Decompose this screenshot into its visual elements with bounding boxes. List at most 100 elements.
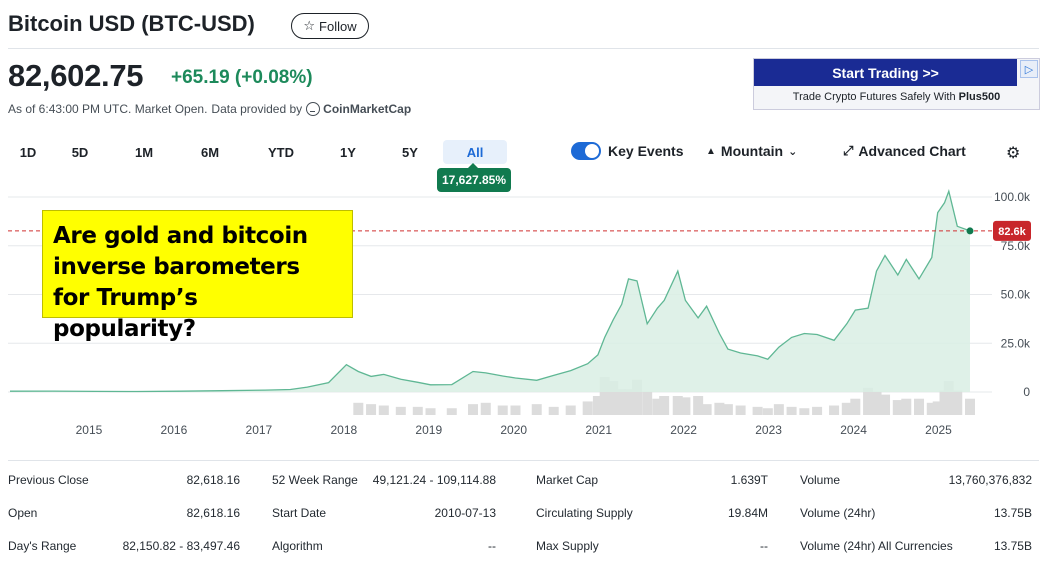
volume-bar — [425, 408, 436, 415]
stat-value: 19.84M — [727, 506, 768, 520]
stat-value: 1.639T — [730, 473, 768, 487]
volume-bar — [952, 390, 963, 415]
chevron-down-icon: ⌄ — [788, 145, 798, 158]
stat-row: Open 82,618.16 — [8, 506, 240, 520]
range-tab-1m[interactable]: 1M — [126, 140, 162, 164]
stat-label: Algorithm — [272, 539, 323, 553]
x-tick-label: 2017 — [246, 423, 273, 437]
volume-bar — [531, 404, 542, 415]
y-tick-label: 25.0k — [1001, 336, 1031, 350]
current-price-badge: 82.6k — [993, 220, 1031, 241]
x-axis-labels: 2015 2016 2017 2018 2019 2020 2021 2022 2023 2024… — [76, 423, 953, 437]
coinmarketcap-icon — [306, 102, 321, 116]
ad-start-trading-button[interactable]: Start Trading >> — [754, 59, 1017, 86]
volume-bar — [752, 406, 763, 415]
range-tab-all[interactable]: All — [443, 140, 507, 164]
stat-label: Circulating Supply — [536, 506, 633, 520]
range-tab-1y[interactable]: 1Y — [330, 140, 366, 164]
volume-bar — [701, 404, 712, 415]
stat-value: 13.75B — [993, 539, 1032, 553]
chart-type-dropdown[interactable]: ▲ Mountain ⌄ — [706, 143, 797, 159]
advertisement[interactable]: Start Trading >> ▷ Trade Crypto Futures … — [753, 58, 1040, 110]
stats-divider — [8, 460, 1039, 461]
follow-button[interactable]: ☆ Follow — [291, 13, 369, 39]
key-events-label[interactable]: Key Events — [608, 143, 683, 159]
stat-label: Volume (24hr) All Currencies — [800, 539, 953, 553]
ad-info-icon[interactable]: ▷ — [1020, 60, 1038, 78]
as-of-text: As of 6:43:00 PM UTC. Market Open. — [8, 102, 208, 116]
gear-icon[interactable]: ⚙ — [1006, 143, 1020, 163]
range-tab-6m[interactable]: 6M — [192, 140, 228, 164]
stat-row: Day's Range 82,150.82 - 83,497.46 — [8, 539, 240, 553]
stat-label: Market Cap — [536, 473, 599, 487]
provided-by-text: Data provided by — [211, 102, 303, 116]
y-tick-label: 0 — [1023, 385, 1030, 399]
stat-row: Start Date 2010-07-13 — [272, 506, 496, 520]
key-events-toggle[interactable] — [571, 142, 601, 160]
x-tick-label: 2019 — [415, 423, 442, 437]
volume-bar — [642, 391, 653, 415]
stat-row: Algorithm -- — [272, 539, 496, 553]
volume-bar — [659, 396, 670, 415]
x-tick-label: 2022 — [670, 423, 697, 437]
volume-bar — [548, 406, 559, 415]
stat-label: Volume — [800, 473, 841, 487]
stat-row: Volume 13,760,376,832 — [800, 473, 1032, 487]
volume-bar — [412, 406, 423, 415]
ad-tagline: Trade Crypto Futures Safely With Plus500 — [754, 91, 1039, 103]
volume-bar — [762, 408, 773, 415]
stat-value: 2010-07-13 — [434, 506, 496, 520]
range-tab-5y[interactable]: 5Y — [392, 140, 428, 164]
mountain-icon: ▲ — [706, 145, 716, 157]
current-price-dot — [966, 227, 974, 235]
advanced-chart-button[interactable]: ⤢ Advanced Chart — [843, 143, 966, 159]
volume-bar — [680, 397, 691, 415]
y-tick-label: 50.0k — [1001, 288, 1031, 302]
stat-row: 52 Week Range 49,121.24 - 109,114.88 — [272, 473, 496, 487]
y-tick-label: 100.0k — [994, 190, 1031, 204]
x-tick-label: 2016 — [161, 423, 188, 437]
volume-bar — [773, 404, 784, 415]
stat-row: Market Cap 1.639T — [536, 473, 768, 487]
stat-value: 82,618.16 — [186, 473, 240, 487]
stat-label: Open — [8, 506, 38, 520]
volume-bar — [468, 404, 479, 415]
stat-label: Previous Close — [8, 473, 89, 487]
stat-label: Max Supply — [536, 539, 599, 553]
volume-bar — [786, 406, 797, 415]
volume-bar — [901, 398, 912, 415]
x-tick-label: 2018 — [330, 423, 357, 437]
chart-type-label: Mountain — [720, 143, 784, 159]
stat-value: 13,760,376,832 — [948, 473, 1032, 487]
provider-logo[interactable]: CoinMarketCap — [306, 102, 411, 116]
follow-label: Follow — [319, 18, 357, 34]
stat-row: Volume (24hr) All Currencies 13.75B — [800, 539, 1032, 553]
headline-callout: Are gold and bitcoin inverse barometers … — [42, 210, 353, 342]
stat-value: 13.75B — [993, 506, 1032, 520]
stat-row: Circulating Supply 19.84M — [536, 506, 768, 520]
expand-icon: ⤢ — [843, 143, 854, 158]
range-tab-ytd[interactable]: YTD — [261, 140, 301, 164]
volume-bar — [914, 398, 925, 415]
volume-bar — [880, 394, 891, 415]
stat-label: Volume (24hr) — [800, 506, 876, 520]
ad-tagline-text: Trade Crypto Futures Safely With — [792, 91, 959, 103]
star-icon: ☆ — [303, 18, 316, 33]
volume-bar — [510, 405, 521, 415]
volume-bar — [366, 404, 377, 415]
volume-bar — [582, 401, 593, 415]
stat-row: Max Supply -- — [536, 539, 768, 553]
advanced-chart-label: Advanced Chart — [858, 143, 966, 159]
stat-label: Day's Range — [8, 539, 77, 553]
stat-row: Volume (24hr) 13.75B — [800, 506, 1032, 520]
stat-value: 82,618.16 — [186, 506, 240, 520]
volume-bar — [497, 405, 508, 415]
volume-bar — [829, 405, 840, 415]
range-tab-5d[interactable]: 5D — [62, 140, 98, 164]
x-tick-label: 2024 — [840, 423, 867, 437]
stat-value: 82,150.82 - 83,497.46 — [122, 539, 240, 553]
volume-bar — [812, 406, 823, 415]
price-change: +65.19 (+0.08%) — [171, 67, 313, 88]
range-tab-1d[interactable]: 1D — [10, 140, 46, 164]
volume-bar — [395, 406, 406, 415]
